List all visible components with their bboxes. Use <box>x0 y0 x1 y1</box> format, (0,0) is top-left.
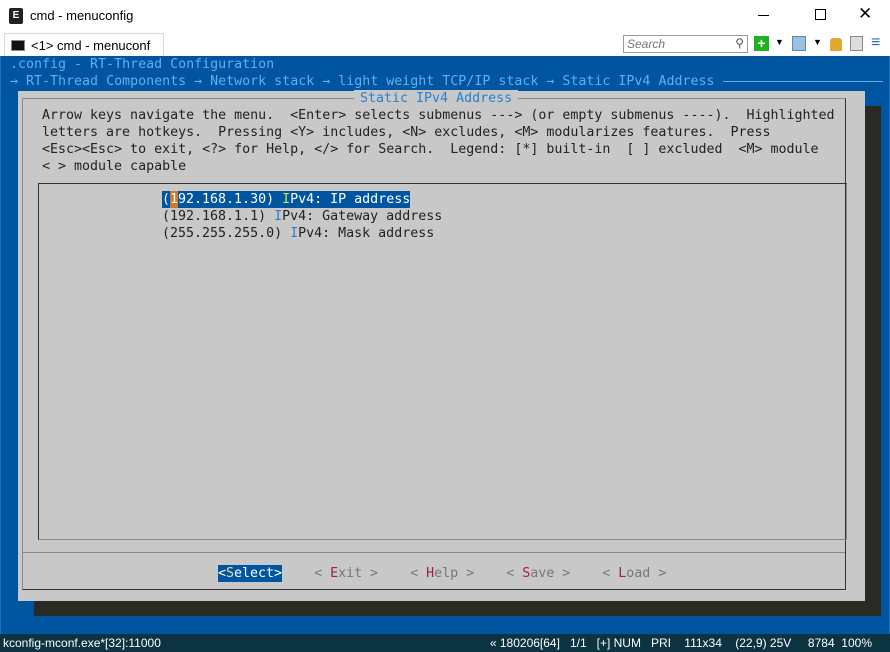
breadcrumb-rule <box>723 81 883 82</box>
menu-list: (192.168.1.30) IPv4: IP address (192.168… <box>162 191 442 242</box>
tab-cmd[interactable]: <1> cmd - menuconf <box>4 33 164 56</box>
status-bar: kconfig-mconf.exe*[32]:11000 « 180206[64… <box>0 634 890 652</box>
close-button[interactable]: ✕ <box>858 4 872 24</box>
menu-box <box>38 183 847 540</box>
help-line: Arrow keys navigate the menu. <Enter> se… <box>42 108 835 123</box>
search-icon[interactable]: ⚲ <box>735 36 744 50</box>
lock-icon[interactable] <box>830 38 842 51</box>
minimize-button[interactable] <box>758 15 769 16</box>
title-bar: E cmd - menuconfig ✕ <box>0 0 890 32</box>
dropdown-arrow-icon[interactable]: ▼ <box>813 37 822 47</box>
app-icon: E <box>9 8 23 24</box>
new-console-icon[interactable]: + <box>754 36 769 51</box>
tab-label: <1> cmd - menuconf <box>31 38 151 53</box>
breadcrumb: → RT-Thread Components → Network stack →… <box>10 74 715 89</box>
terminal[interactable]: .config - RT-Thread Configuration → RT-T… <box>0 56 890 634</box>
console-icon <box>11 40 25 51</box>
tab-bar: <1> cmd - menuconf Search ⚲ + ▼ ▼ ≡ <box>0 32 890 56</box>
panel-icon[interactable] <box>850 36 863 51</box>
window-title: cmd - menuconfig <box>30 8 134 23</box>
help-text: Arrow keys navigate the menu. <Enter> se… <box>42 107 835 175</box>
status-info: « 180206[64] 1/1 [+] NUM PRI 111x34 (22,… <box>489 636 872 650</box>
help-line: <Esc><Esc> to exit, <?> for Help, </> fo… <box>42 142 819 157</box>
console-list-icon[interactable] <box>792 36 806 51</box>
status-process: kconfig-mconf.exe*[32]:11000 <box>3 636 161 650</box>
dialog-title: Static IPv4 Address <box>354 90 519 107</box>
save-button[interactable]: < Save > <box>506 565 570 582</box>
dialog: Static IPv4 Address Arrow keys navigate … <box>18 90 865 601</box>
item-value: 192.168.1.30 <box>170 192 267 207</box>
menu-item-mask-address[interactable]: (255.255.255.0) IPv4: Mask address <box>162 225 442 242</box>
search-input[interactable]: Search ⚲ <box>623 35 748 53</box>
exit-button[interactable]: < Exit > <box>314 565 378 582</box>
help-button[interactable]: < Help > <box>410 565 474 582</box>
maximize-button[interactable] <box>815 9 826 20</box>
config-title: .config - RT-Thread Configuration <box>10 57 275 72</box>
select-button[interactable]: <Select> <box>218 565 283 582</box>
button-divider <box>23 552 845 553</box>
help-line: < > module capable <box>42 159 187 174</box>
search-placeholder: Search <box>627 37 666 51</box>
menu-icon[interactable]: ≡ <box>871 34 880 52</box>
button-row: <Select> < Exit > < Help > < Save > < Lo… <box>218 565 666 582</box>
load-button[interactable]: < Load > <box>602 565 666 582</box>
dropdown-arrow-icon[interactable]: ▼ <box>775 37 784 47</box>
help-line: letters are hotkeys. Pressing <Y> includ… <box>42 125 771 140</box>
menu-item-gateway-address[interactable]: (192.168.1.1) IPv4: Gateway address <box>162 208 442 225</box>
menu-item-ip-address[interactable]: (192.168.1.30) IPv4: IP address <box>162 191 442 208</box>
